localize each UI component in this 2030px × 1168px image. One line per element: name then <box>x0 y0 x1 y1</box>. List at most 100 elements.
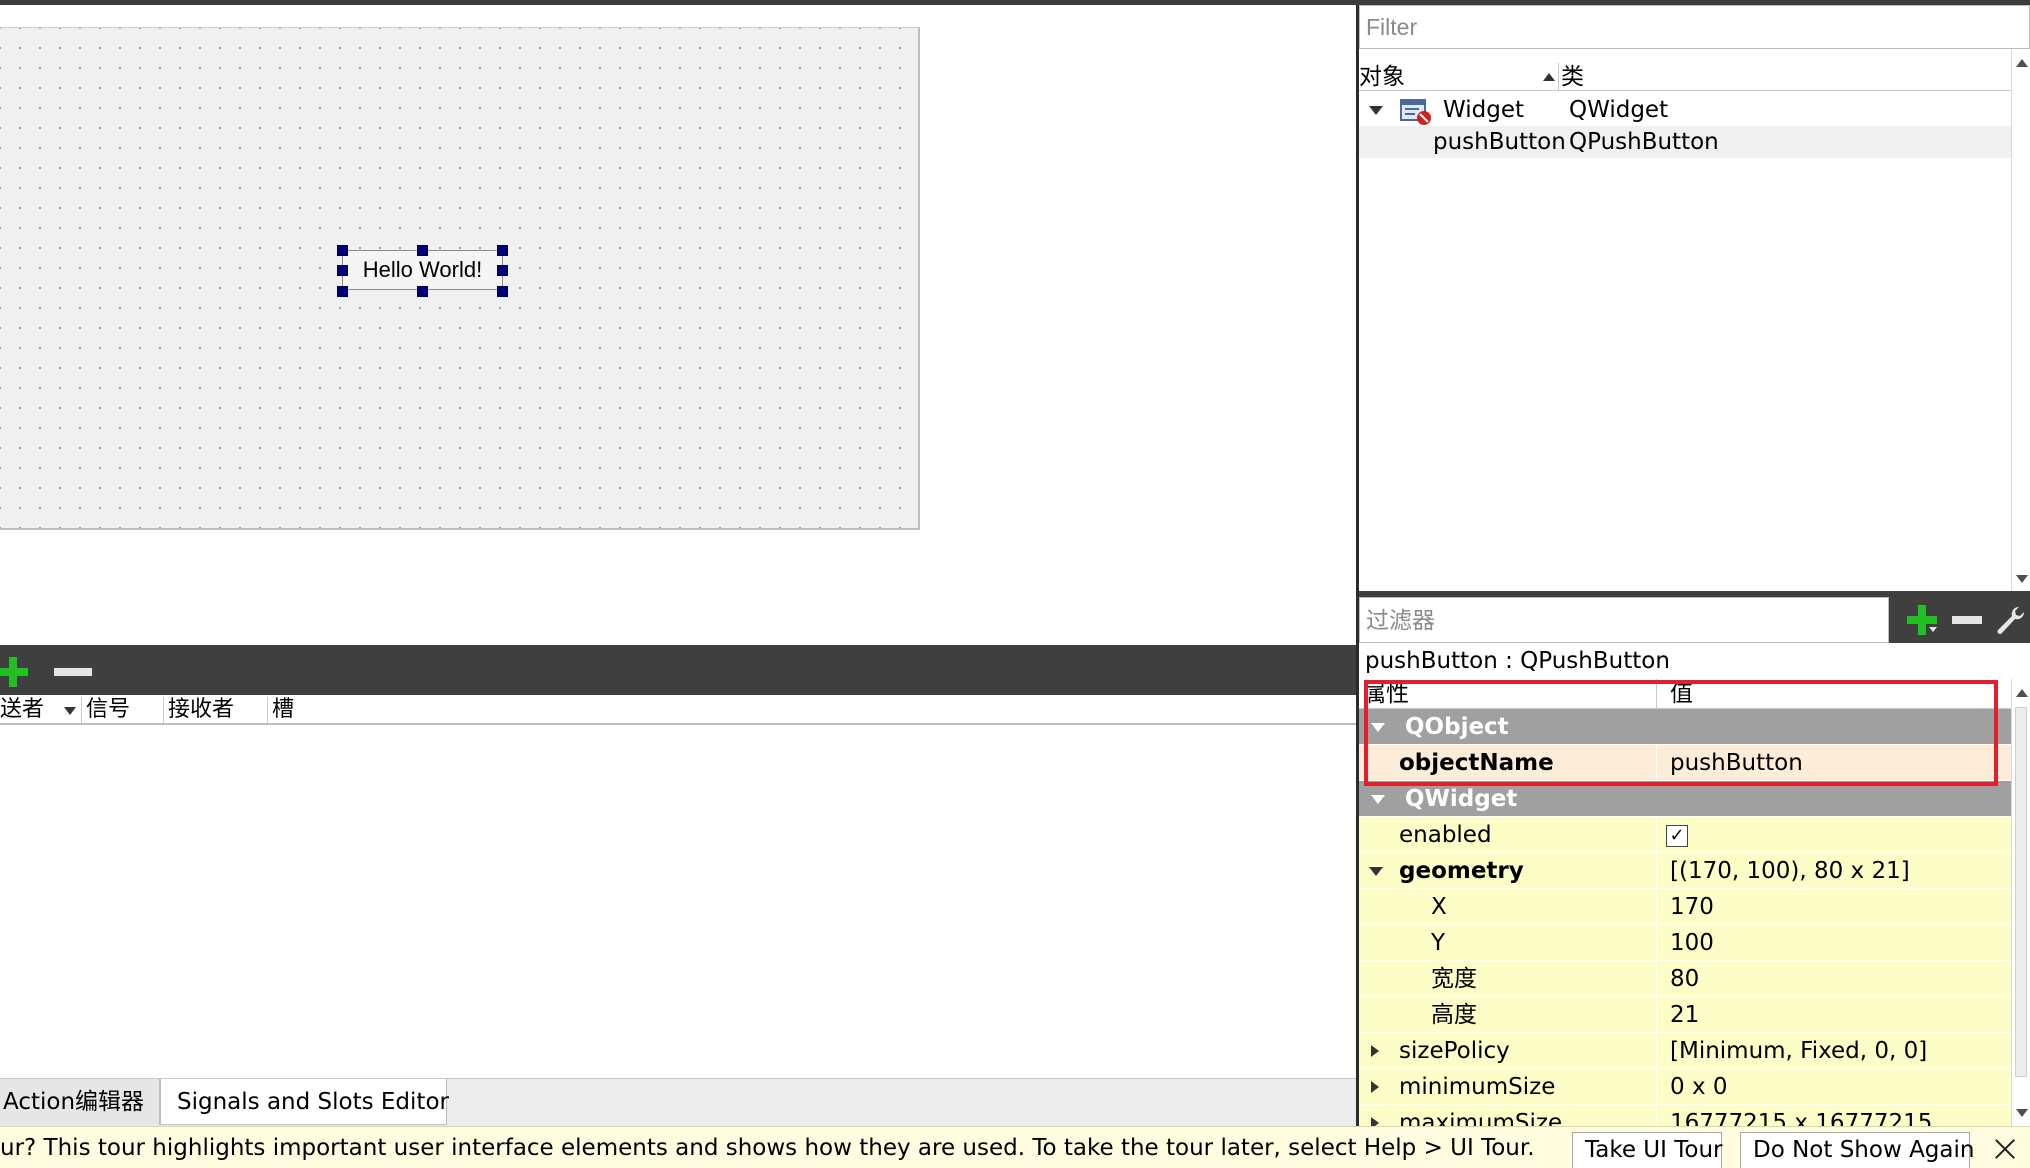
resize-handle-bottom-left[interactable] <box>337 286 348 297</box>
property-geometry[interactable]: geometry [(170, 100), 80 x 21] <box>1359 853 2011 889</box>
column-slot[interactable]: 槽 <box>268 697 1356 723</box>
signals-slots-header: 送者 信号 接收者 槽 <box>0 695 1356 725</box>
sort-ascending-icon <box>1543 73 1555 81</box>
property-value[interactable]: [(170, 100), 80 x 21] <box>1664 853 1910 889</box>
property-key: minimumSize <box>1399 1074 1556 1100</box>
column-divider <box>1656 889 1657 925</box>
resize-handle-top-left[interactable] <box>337 245 348 256</box>
chevron-down-icon[interactable] <box>1929 627 1937 632</box>
signals-slots-toolbar <box>0 645 1356 695</box>
property-value[interactable]: [Minimum, Fixed, 0, 0] <box>1664 1033 1927 1069</box>
object-row-widget[interactable]: Widget QWidget <box>1359 94 2011 126</box>
sort-down-icon <box>64 707 76 715</box>
column-divider <box>1656 925 1657 961</box>
column-divider <box>1656 961 1657 997</box>
property-toolbar <box>1359 597 2030 643</box>
property-value[interactable]: 80 <box>1664 961 1699 997</box>
tab-signals-slots-editor[interactable]: Signals and Slots Editor <box>160 1079 449 1125</box>
property-key: Y <box>1431 930 1446 956</box>
add-connection-icon[interactable] <box>0 657 28 687</box>
object-inspector-header: 对象 类 <box>1359 63 2011 91</box>
object-class: QPushButton <box>1569 129 1719 155</box>
column-sender-label: 送者 <box>0 697 45 722</box>
resize-handle-bottom-right[interactable] <box>497 286 508 297</box>
property-enabled[interactable]: enabled ✓ <box>1359 817 2011 853</box>
property-sizepolicy[interactable]: sizePolicy [Minimum, Fixed, 0, 0] <box>1359 1033 2011 1069</box>
expand-arrow-icon[interactable] <box>1371 1045 1379 1057</box>
scrollbar-thumb[interactable] <box>2015 707 2027 1077</box>
right-dock-panel: 对象 类 Widget QWidget pushButton QPushButt… <box>1359 5 2030 1131</box>
ui-tour-notification: ur? This tour highlights important user … <box>0 1126 2030 1168</box>
resize-handle-middle-right[interactable] <box>497 265 508 276</box>
enabled-checkbox[interactable]: ✓ <box>1666 825 1688 847</box>
property-minimumsize[interactable]: minimumSize 0 x 0 <box>1359 1069 2011 1105</box>
group-label: QWidget <box>1405 786 1518 812</box>
column-slot-label: 槽 <box>272 697 295 722</box>
tab-action-editor[interactable]: Action编辑器 <box>0 1079 160 1125</box>
property-editor-scrollbar[interactable] <box>2011 679 2030 1126</box>
property-value[interactable]: 170 <box>1664 889 1714 925</box>
column-receiver[interactable]: 接收者 <box>164 697 268 723</box>
column-receiver-label: 接收者 <box>168 697 235 722</box>
red-highlight-annotation <box>1364 680 1998 786</box>
property-key: X <box>1431 894 1447 920</box>
column-divider <box>1656 1069 1657 1105</box>
object-inspector-scrollbar[interactable] <box>2011 49 2030 591</box>
property-key: 高度 <box>1431 1002 1477 1028</box>
property-geometry-height[interactable]: 高度 21 <box>1359 997 2011 1033</box>
column-divider <box>1656 1033 1657 1069</box>
hello-world-button[interactable]: Hello World! <box>342 250 503 290</box>
signals-slots-list[interactable] <box>0 725 1356 1078</box>
object-filter-input[interactable] <box>1359 5 2030 49</box>
resize-handle-middle-left[interactable] <box>337 265 348 276</box>
property-key: 宽度 <box>1431 966 1477 992</box>
column-divider <box>1656 997 1657 1033</box>
widget-icon <box>1400 99 1431 125</box>
bottom-tab-bar: Action编辑器 Signals and Slots Editor <box>0 1078 1356 1126</box>
collapse-arrow-icon[interactable] <box>1369 867 1383 876</box>
property-value[interactable]: 21 <box>1664 997 1699 1033</box>
wrench-icon[interactable] <box>1993 603 2027 637</box>
object-class: QWidget <box>1569 97 1669 123</box>
column-object-label: 对象 <box>1359 64 1405 90</box>
scroll-down-arrow-icon[interactable] <box>2016 1109 2028 1117</box>
column-class-label: 类 <box>1561 64 1584 90</box>
property-geometry-y[interactable]: Y 100 <box>1359 925 2011 961</box>
scroll-up-arrow-icon[interactable] <box>2016 689 2028 697</box>
object-name: pushButton <box>1433 129 1566 155</box>
property-geometry-x[interactable]: X 170 <box>1359 889 2011 925</box>
resize-handle-top-right[interactable] <box>497 245 508 256</box>
property-key: sizePolicy <box>1399 1038 1510 1064</box>
expand-arrow-icon[interactable] <box>1371 1081 1379 1093</box>
expand-arrow-icon[interactable] <box>1369 106 1383 115</box>
column-divider <box>1656 853 1657 889</box>
group-qwidget[interactable]: QWidget <box>1359 781 2011 817</box>
close-icon[interactable] <box>1992 1136 2018 1162</box>
remove-connection-icon[interactable] <box>54 668 92 676</box>
column-class[interactable]: 类 <box>1561 63 2001 91</box>
column-signal[interactable]: 信号 <box>82 697 164 723</box>
property-value[interactable]: 100 <box>1664 925 1714 961</box>
property-key: enabled <box>1399 822 1492 848</box>
object-name: Widget <box>1443 97 1524 123</box>
scroll-up-arrow-icon[interactable] <box>2016 59 2028 67</box>
column-object[interactable]: 对象 <box>1359 63 1559 91</box>
column-divider <box>1656 817 1657 853</box>
do-not-show-again-button[interactable]: Do Not Show Again <box>1740 1132 1974 1168</box>
collapse-arrow-icon[interactable] <box>1371 795 1385 804</box>
object-row-pushbutton[interactable]: pushButton QPushButton <box>1359 126 2011 158</box>
property-filter-input[interactable] <box>1359 597 1889 643</box>
property-value[interactable]: 0 x 0 <box>1664 1069 1728 1105</box>
notification-text: ur? This tour highlights important user … <box>0 1135 1535 1161</box>
property-editor-title: pushButton : QPushButton <box>1365 648 1670 674</box>
form-canvas[interactable]: Hello World! <box>0 27 920 530</box>
remove-dynamic-property-icon[interactable] <box>1952 616 1982 624</box>
scroll-down-arrow-icon[interactable] <box>2016 575 2028 583</box>
resize-handle-bottom-middle[interactable] <box>417 286 428 297</box>
property-key: geometry <box>1399 858 1524 884</box>
form-editor-area: Hello World! <box>0 5 1356 645</box>
take-ui-tour-button[interactable]: Take UI Tour <box>1572 1132 1722 1168</box>
property-geometry-width[interactable]: 宽度 80 <box>1359 961 2011 997</box>
column-signal-label: 信号 <box>86 697 131 722</box>
resize-handle-top-middle[interactable] <box>417 245 428 256</box>
